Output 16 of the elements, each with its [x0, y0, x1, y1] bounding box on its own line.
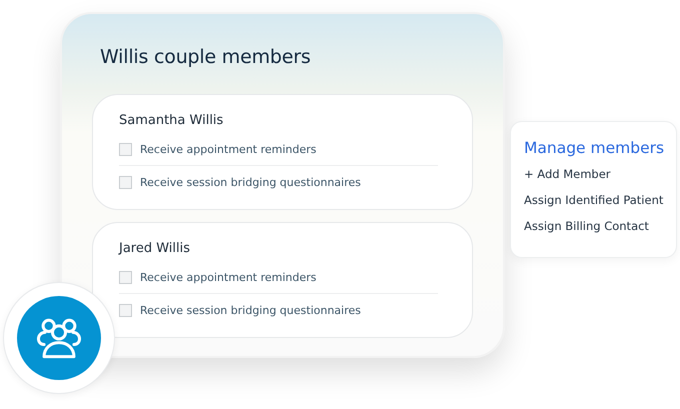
card-title: Willis couple members [100, 46, 312, 70]
panel-title: Manage members [524, 139, 666, 157]
checkbox-label: Receive appointment reminders [140, 143, 316, 156]
checkbox-label: Receive session bridging questionnaires [140, 176, 361, 188]
checkbox[interactable] [119, 176, 132, 188]
menu-item[interactable]: Assign Billing Contact [524, 219, 676, 245]
member-name: Samantha Willis [119, 113, 224, 128]
checkbox-label: Receive appointment reminders [140, 271, 316, 284]
checkbox[interactable] [119, 143, 132, 156]
checkbox[interactable] [119, 271, 132, 284]
menu-item[interactable]: Assign Identified Patient [524, 193, 676, 219]
menu-item[interactable]: + Add Member [524, 167, 676, 193]
checkbox[interactable] [119, 304, 132, 316]
group-icon [17, 296, 101, 380]
checkbox-label: Receive session bridging questionnaires [140, 304, 361, 316]
member-name: Jared Willis [119, 241, 192, 256]
